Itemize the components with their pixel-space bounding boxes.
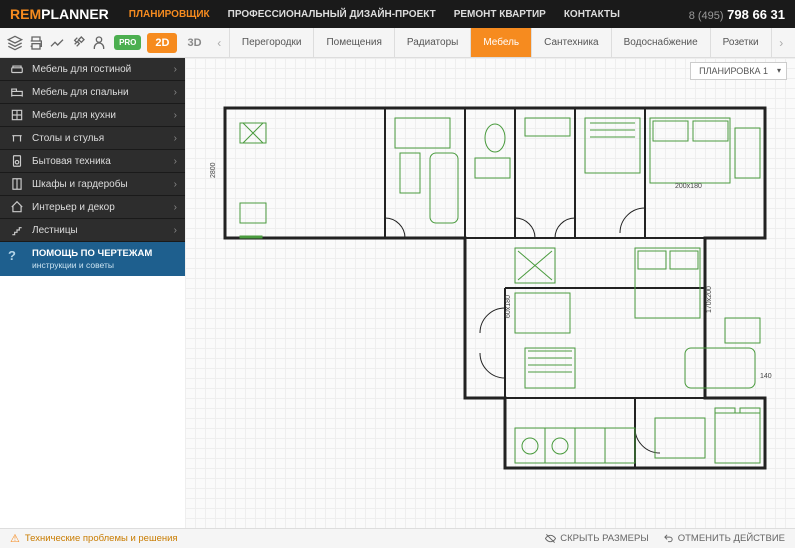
chevron-right-icon: ›	[174, 110, 177, 121]
logo-planner: PLANNER	[41, 6, 109, 22]
undo-button[interactable]: ОТМЕНИТЬ ДЕЙСТВИЕ	[663, 533, 785, 544]
sidebar-item-label: Интерьер и декор	[32, 202, 174, 213]
tab-water-supply[interactable]: Водоснабжение	[612, 28, 711, 57]
sidebar-item-label: Столы и стулья	[32, 133, 174, 144]
footer-bar: ⚠ Технические проблемы и решения СКРЫТЬ …	[0, 528, 795, 548]
logo[interactable]: REMPLANNER	[10, 6, 109, 22]
sidebar-item-appliances[interactable]: Бытовая техника ›	[0, 150, 185, 173]
sidebar-item-wardrobes[interactable]: Шкафы и гардеробы ›	[0, 173, 185, 196]
eye-off-icon	[545, 533, 556, 544]
question-icon: ?	[8, 248, 26, 263]
sidebar-item-kitchen[interactable]: Мебель для кухни ›	[0, 104, 185, 127]
chevron-right-icon: ›	[174, 225, 177, 236]
tab-plumbing[interactable]: Сантехника	[532, 28, 612, 57]
home-icon	[8, 200, 26, 214]
sidebar-item-decor[interactable]: Интерьер и декор ›	[0, 196, 185, 219]
tabs-scroll-left[interactable]: ‹	[212, 32, 227, 54]
phone-main: 798 66 31	[724, 7, 785, 22]
tab-sockets[interactable]: Розетки	[711, 28, 772, 57]
dim-bed2: 170x200	[706, 286, 713, 313]
pro-badge[interactable]: PRO	[114, 35, 141, 50]
sidebar-item-label: Лестницы	[32, 225, 174, 236]
nav-design-project[interactable]: ПРОФЕССИОНАЛЬНЫЙ ДИЗАЙН-ПРОЕКТ	[228, 9, 436, 20]
table-icon	[8, 131, 26, 145]
floorplan-canvas[interactable]: 2800 200x180 170x200 140 60x180	[185, 58, 795, 528]
view-3d-button[interactable]: 3D	[179, 33, 209, 53]
chevron-right-icon: ›	[174, 202, 177, 213]
sidebar-item-label: Мебель для кухни	[32, 110, 174, 121]
furniture-sidebar: Мебель для гостиной › Мебель для спальни…	[0, 58, 185, 528]
nav-contacts[interactable]: КОНТАКТЫ	[564, 9, 620, 20]
sidebar-help[interactable]: ? ПОМОЩЬ ПО ЧЕРТЕЖАМ инструкции и советы	[0, 242, 185, 276]
chevron-right-icon: ›	[174, 87, 177, 98]
footer-issues-text: Технические проблемы и решения	[25, 533, 178, 544]
undo-icon	[663, 533, 674, 544]
tab-furniture[interactable]: Мебель	[471, 28, 532, 57]
floorplan-drawing[interactable]: 2800 200x180 170x200 140 60x180	[205, 88, 785, 528]
nav-renovation[interactable]: РЕМОНТ КВАРТИР	[454, 9, 546, 20]
tool-layers-icon[interactable]	[6, 32, 25, 54]
logo-rem: REM	[10, 6, 41, 22]
phone-number[interactable]: 8 (495) 798 66 31	[689, 7, 785, 22]
sidebar-item-label: Бытовая техника	[32, 156, 174, 167]
stairs-icon	[8, 223, 26, 237]
tool-measure-icon[interactable]	[48, 32, 67, 54]
hide-dims-label: СКРЫТЬ РАЗМЕРЫ	[560, 533, 648, 544]
nav-planner[interactable]: ПЛАНИРОВЩИК	[129, 9, 210, 20]
top-nav: ПЛАНИРОВЩИК ПРОФЕССИОНАЛЬНЫЙ ДИЗАЙН-ПРОЕ…	[129, 9, 689, 20]
sofa-icon	[8, 62, 26, 76]
dim-closet: 60x180	[505, 295, 512, 318]
sidebar-item-label: Шкафы и гардеробы	[32, 179, 174, 190]
sidebar-item-tables[interactable]: Столы и стулья ›	[0, 127, 185, 150]
sidebar-item-stairs[interactable]: Лестницы ›	[0, 219, 185, 242]
tool-tools-icon[interactable]	[68, 32, 87, 54]
tab-radiators[interactable]: Радиаторы	[395, 28, 471, 57]
help-title: ПОМОЩЬ ПО ЧЕРТЕЖАМ	[32, 248, 177, 259]
category-tabs: Перегородки Помещения Радиаторы Мебель С…	[229, 28, 772, 57]
dim-sofa: 140	[760, 373, 772, 380]
view-2d-button[interactable]: 2D	[147, 33, 177, 53]
app-header: REMPLANNER ПЛАНИРОВЩИК ПРОФЕССИОНАЛЬНЫЙ …	[0, 0, 795, 28]
sidebar-item-bedroom[interactable]: Мебель для спальни ›	[0, 81, 185, 104]
warning-icon: ⚠	[10, 532, 20, 545]
main-area: Мебель для гостиной › Мебель для спальни…	[0, 58, 795, 528]
toolbar: PRO 2D 3D ‹ Перегородки Помещения Радиат…	[0, 28, 795, 58]
wardrobe-icon	[8, 177, 26, 191]
hide-dimensions-button[interactable]: СКРЫТЬ РАЗМЕРЫ	[545, 533, 648, 544]
chevron-right-icon: ›	[174, 156, 177, 167]
footer-issues-link[interactable]: ⚠ Технические проблемы и решения	[10, 532, 178, 545]
chevron-right-icon: ›	[174, 179, 177, 190]
tool-print-icon[interactable]	[27, 32, 46, 54]
tabs-scroll-right[interactable]: ›	[774, 32, 789, 54]
tool-person-icon[interactable]	[89, 32, 108, 54]
sidebar-item-label: Мебель для спальни	[32, 87, 174, 98]
sidebar-item-living-room[interactable]: Мебель для гостиной ›	[0, 58, 185, 81]
tab-rooms[interactable]: Помещения	[314, 28, 394, 57]
kitchen-icon	[8, 108, 26, 122]
layout-dropdown[interactable]: ПЛАНИРОВКА 1	[690, 62, 787, 80]
tab-partitions[interactable]: Перегородки	[230, 28, 315, 57]
undo-label: ОТМЕНИТЬ ДЕЙСТВИЕ	[678, 533, 785, 544]
dim-bed1: 200x180	[675, 183, 702, 190]
help-subtitle: инструкции и советы	[32, 260, 177, 270]
bed-icon	[8, 85, 26, 99]
phone-prefix: 8 (495)	[689, 10, 724, 22]
chevron-right-icon: ›	[174, 133, 177, 144]
appliance-icon	[8, 154, 26, 168]
chevron-right-icon: ›	[174, 64, 177, 75]
sidebar-item-label: Мебель для гостиной	[32, 64, 174, 75]
dim-height: 2800	[210, 162, 217, 178]
